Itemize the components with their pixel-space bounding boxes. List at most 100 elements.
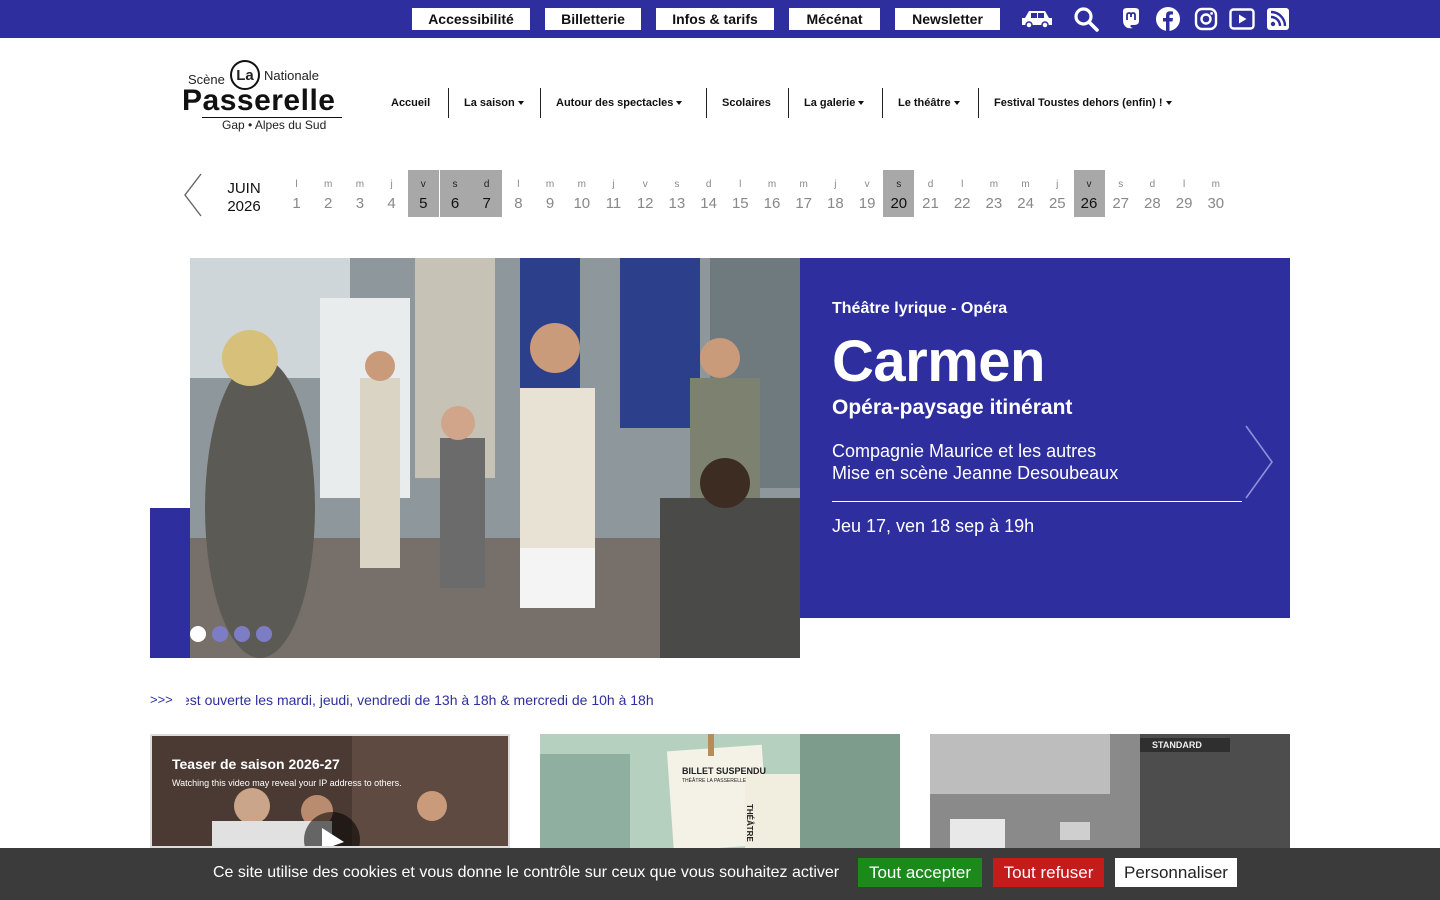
archive-card[interactable]: STANDARD bbox=[930, 734, 1290, 848]
calendar-day-letter: v bbox=[1086, 179, 1092, 190]
calendar-day[interactable]: d 21 bbox=[915, 170, 946, 217]
video-card[interactable]: Teaser de saison 2026-27 Watching this v… bbox=[150, 734, 510, 848]
nav-gallery[interactable]: La galerie bbox=[788, 88, 879, 118]
calendar-day-number: 23 bbox=[985, 195, 1003, 212]
calendar-day[interactable]: s 13 bbox=[661, 170, 692, 217]
slider-dot[interactable] bbox=[212, 626, 228, 642]
site-logo[interactable]: Scène La Nationale Passerelle Gap • Alpe… bbox=[180, 58, 365, 134]
calendar-day[interactable]: s 27 bbox=[1105, 170, 1136, 217]
facebook-icon[interactable] bbox=[1155, 6, 1181, 32]
event-divider bbox=[832, 501, 1242, 502]
slider-dot[interactable] bbox=[190, 626, 206, 642]
search-icon[interactable] bbox=[1073, 6, 1099, 32]
rss-icon[interactable] bbox=[1265, 6, 1291, 32]
calendar-day-letter: l bbox=[517, 179, 520, 190]
calendar-day[interactable]: l 29 bbox=[1169, 170, 1200, 217]
calendar-day[interactable]: v5 bbox=[407, 170, 439, 217]
calendar-day-letter: m bbox=[355, 179, 365, 190]
calendar-day-letter: s bbox=[674, 179, 680, 190]
calendar-day-number: 13 bbox=[668, 195, 686, 212]
caret-down-icon bbox=[858, 101, 865, 105]
accept-all-button[interactable]: Tout accepter bbox=[858, 858, 982, 887]
calendar-day-number: 1 bbox=[292, 195, 301, 212]
nav-schools[interactable]: Scolaires bbox=[706, 88, 786, 118]
calendar-day-number: 29 bbox=[1175, 195, 1193, 212]
hero-event-panel[interactable]: Théâtre lyrique - Opéra Carmen Opéra-pay… bbox=[800, 258, 1290, 618]
calendar-prev-arrow-icon[interactable] bbox=[183, 172, 203, 218]
caret-down-icon bbox=[517, 101, 524, 105]
calendar-day[interactable]: j 18 bbox=[820, 170, 851, 217]
calendar-day[interactable]: m 10 bbox=[566, 170, 597, 217]
nav-theatre[interactable]: Le théâtre bbox=[882, 88, 975, 118]
mastodon-icon[interactable] bbox=[1118, 6, 1144, 32]
calendar-day[interactable]: s6 bbox=[439, 170, 471, 217]
calendar-day[interactable]: m2 bbox=[313, 170, 344, 217]
calendar-day[interactable]: v 26 bbox=[1073, 170, 1105, 217]
calendar-day[interactable]: j4 bbox=[376, 170, 407, 217]
hero-next-arrow-icon[interactable] bbox=[1244, 424, 1274, 500]
event-company: Compagnie Maurice et les autres bbox=[832, 441, 1097, 461]
slider-dot[interactable] bbox=[256, 626, 272, 642]
customize-button[interactable]: Personnaliser bbox=[1115, 858, 1237, 887]
calendar-day-letter: m bbox=[324, 179, 333, 190]
calendar-day-letter: v bbox=[420, 179, 426, 190]
calendar-day[interactable]: m 23 bbox=[978, 170, 1009, 217]
calendar-day[interactable]: j 11 bbox=[598, 170, 629, 217]
calendar-day-letter: j bbox=[612, 179, 615, 190]
nav-festival[interactable]: Festival Toustes dehors (enfin) ! bbox=[978, 88, 1187, 118]
instagram-icon[interactable] bbox=[1193, 6, 1219, 32]
event-title[interactable]: Carmen bbox=[832, 328, 1045, 395]
slider-dot[interactable] bbox=[234, 626, 250, 642]
calendar-day-letter: l bbox=[1182, 179, 1186, 190]
nav-around-shows[interactable]: Autour des spectacles bbox=[540, 88, 697, 118]
calendar-day[interactable]: m9 bbox=[535, 170, 566, 217]
calendar-day-letter: j bbox=[834, 179, 837, 190]
calendar-day-letter: l bbox=[295, 179, 298, 190]
nav-home[interactable]: Accueil bbox=[376, 88, 445, 118]
video-privacy-notice: Watching this video may reveal your IP a… bbox=[172, 778, 402, 788]
newsletter-link[interactable]: Newsletter bbox=[895, 8, 1000, 30]
calendar-day[interactable]: j 25 bbox=[1042, 170, 1073, 217]
calendar-day-number: 19 bbox=[858, 195, 876, 212]
calendar-day[interactable]: l1 bbox=[281, 170, 312, 217]
calendar-day[interactable]: l 22 bbox=[947, 170, 978, 217]
calendar-day[interactable]: l 15 bbox=[725, 170, 756, 217]
calendar-day-letter: m bbox=[799, 179, 808, 190]
nav-season[interactable]: La saison bbox=[448, 88, 539, 118]
calendar-day-letter: d bbox=[705, 179, 712, 190]
car-icon[interactable] bbox=[1018, 6, 1056, 32]
hero-photo[interactable] bbox=[190, 258, 800, 658]
refuse-all-button[interactable]: Tout refuser bbox=[993, 858, 1104, 887]
calendar-day-letter: d bbox=[927, 179, 934, 190]
calendar-day[interactable]: m 17 bbox=[788, 170, 819, 217]
sponsorship-link[interactable]: Mécénat bbox=[789, 8, 880, 30]
calendar-day[interactable]: d7 bbox=[471, 170, 503, 217]
caret-down-icon bbox=[676, 101, 683, 105]
accessibility-link[interactable]: Accessibilité bbox=[412, 8, 530, 30]
calendar-day-letter: l bbox=[739, 179, 742, 190]
ticket-side-label: THÉÂTRE bbox=[745, 804, 754, 842]
top-bar: Accessibilité Billetterie Infos & tarifs… bbox=[0, 0, 1440, 38]
calendar-day-letter: d bbox=[1149, 179, 1156, 190]
calendar-day-number: 27 bbox=[1112, 195, 1130, 212]
calendar-day[interactable]: l8 bbox=[503, 170, 534, 217]
calendar-day[interactable]: v 12 bbox=[630, 170, 661, 217]
calendar-day-letter: s bbox=[452, 179, 458, 190]
calendar-day[interactable]: s 20 bbox=[883, 170, 915, 217]
info-prices-link[interactable]: Infos & tarifs bbox=[656, 8, 774, 30]
calendar-day[interactable]: m3 bbox=[344, 170, 375, 217]
nav-label: Le théâtre bbox=[898, 97, 951, 109]
calendar-day[interactable]: m 30 bbox=[1200, 170, 1231, 217]
logo-name: Passerelle bbox=[182, 84, 336, 117]
calendar-day-letter: v bbox=[642, 179, 648, 190]
ticket-card[interactable]: BILLET SUSPENDU THÉÂTRE LA PASSERELLE TH… bbox=[540, 734, 900, 848]
ticketing-link[interactable]: Billetterie bbox=[545, 8, 641, 30]
calendar-day[interactable]: m 24 bbox=[1010, 170, 1041, 217]
calendar-day-number: 21 bbox=[922, 195, 939, 212]
ticket-label: BILLET SUSPENDU bbox=[682, 766, 767, 776]
calendar-day[interactable]: d 14 bbox=[693, 170, 724, 217]
calendar-day[interactable]: v 19 bbox=[852, 170, 883, 217]
calendar-day[interactable]: d 28 bbox=[1137, 170, 1168, 217]
calendar-day[interactable]: m 16 bbox=[757, 170, 788, 217]
youtube-icon[interactable] bbox=[1229, 6, 1255, 32]
